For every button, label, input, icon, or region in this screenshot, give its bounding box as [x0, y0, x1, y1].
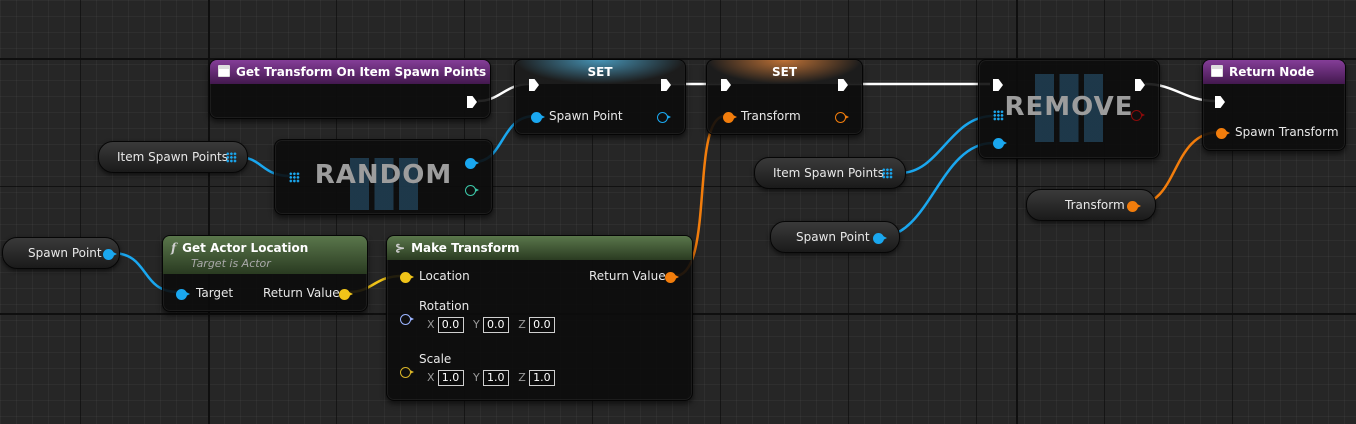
- node-title: SET: [587, 65, 613, 79]
- struct-icon: ⊱: [395, 241, 406, 255]
- item-spawn-points-getter-2[interactable]: Item Spawn Points: [754, 157, 906, 189]
- node-title: Get Actor Location: [182, 241, 309, 255]
- transform-getter[interactable]: Transform: [1026, 189, 1156, 221]
- spawn-point-out-pin[interactable]: [873, 233, 887, 244]
- document-icon: [1211, 65, 1223, 77]
- return-node[interactable]: Return Node Spawn Transform: [1202, 59, 1346, 151]
- axis-label: Z: [518, 318, 526, 331]
- node-title: SET: [771, 65, 798, 79]
- pin-label: Spawn Transform: [1235, 125, 1339, 139]
- document-icon: [218, 65, 230, 77]
- set-spawn-point-node[interactable]: SET Spawn Point: [514, 59, 686, 135]
- rotation-vector: X 0.0 Y 0.0 Z 0.0: [421, 317, 555, 333]
- array-out-pin[interactable]: [226, 152, 237, 163]
- set-transform-node[interactable]: SET Transform: [706, 59, 863, 135]
- item-out-pin[interactable]: [465, 158, 479, 169]
- node-title: Return Node: [1229, 65, 1315, 79]
- node-title: RANDOM: [314, 160, 453, 190]
- rotation-in-pin[interactable]: [400, 314, 414, 325]
- axis-label: Y: [473, 371, 480, 384]
- return-value-out-pin[interactable]: [339, 289, 353, 300]
- variable-label: Transform: [1065, 198, 1125, 212]
- pin-label: Transform: [741, 109, 801, 123]
- spawn-point-getter-right[interactable]: Spawn Point: [770, 221, 900, 253]
- function-icon: f: [171, 241, 177, 255]
- exec-out-pin[interactable]: [1135, 79, 1145, 91]
- node-header: Get Transform On Item Spawn Points: [210, 60, 490, 84]
- target-in-pin[interactable]: [176, 289, 190, 300]
- pin-label: Scale: [419, 352, 452, 366]
- remove-node[interactable]: REMOVE: [978, 59, 1160, 159]
- make-transform-node[interactable]: ⊱ Make Transform Location Return Value Ro…: [386, 235, 693, 401]
- transform-out-pin[interactable]: [835, 112, 849, 123]
- pin-label: Spawn Point: [549, 109, 623, 123]
- pin-label: Rotation: [419, 299, 470, 313]
- scale-y-field[interactable]: 1.0: [482, 370, 509, 386]
- variable-label: Item Spawn Points: [773, 166, 884, 180]
- transform-in-pin[interactable]: [723, 112, 737, 123]
- axis-label: Z: [518, 371, 526, 384]
- pin-label: Return Value: [589, 269, 666, 283]
- item-in-pin[interactable]: [993, 138, 1007, 149]
- spawn-transform-in-pin[interactable]: [1216, 128, 1230, 139]
- rotation-z-field[interactable]: 0.0: [528, 317, 555, 333]
- node-subtitle: Target is Actor: [191, 257, 271, 270]
- exec-in-pin[interactable]: [993, 79, 1003, 91]
- random-node[interactable]: RANDOM: [274, 139, 493, 215]
- scale-in-pin[interactable]: [400, 367, 414, 378]
- scale-z-field[interactable]: 1.0: [528, 370, 555, 386]
- axis-label: X: [427, 318, 435, 331]
- get-actor-location-node[interactable]: f Get Actor Location Target is Actor Targ…: [162, 235, 368, 312]
- spawn-point-out-pin[interactable]: [103, 249, 117, 260]
- spawn-point-getter-left[interactable]: Spawn Point: [2, 237, 120, 269]
- pin-label: Location: [419, 269, 470, 283]
- pin-label: Target: [196, 286, 234, 300]
- exec-out-pin[interactable]: [467, 96, 477, 108]
- location-in-pin[interactable]: [400, 272, 414, 283]
- index-out-pin[interactable]: [465, 185, 479, 196]
- transform-out-pin[interactable]: [1127, 201, 1141, 212]
- return-value-out-pin[interactable]: [665, 272, 679, 283]
- axis-label: Y: [473, 318, 480, 331]
- pin-label: Return Value: [263, 286, 340, 300]
- variable-label: Item Spawn Points: [117, 150, 228, 164]
- variable-label: Spawn Point: [28, 246, 102, 260]
- spawn-point-in-pin[interactable]: [531, 112, 545, 123]
- array-in-pin[interactable]: [993, 110, 1004, 121]
- axis-label: X: [427, 371, 435, 384]
- rotation-x-field[interactable]: 0.0: [437, 317, 464, 333]
- exec-in-pin[interactable]: [1215, 96, 1225, 108]
- node-header: ⊱ Make Transform: [387, 236, 692, 260]
- array-out-pin[interactable]: [882, 168, 893, 179]
- item-spawn-points-getter[interactable]: Item Spawn Points: [98, 141, 248, 173]
- node-header: f Get Actor Location Target is Actor: [163, 236, 367, 274]
- rotation-y-field[interactable]: 0.0: [482, 317, 509, 333]
- scale-x-field[interactable]: 1.0: [437, 370, 464, 386]
- spawn-point-out-pin[interactable]: [657, 112, 671, 123]
- scale-vector: X 1.0 Y 1.0 Z 1.0: [421, 370, 555, 386]
- get-transform-on-item-spawn-points-node[interactable]: Get Transform On Item Spawn Points: [209, 59, 491, 119]
- node-header: Return Node: [1203, 60, 1345, 84]
- node-header: SET: [515, 60, 685, 84]
- array-in-pin[interactable]: [289, 172, 300, 183]
- node-title: Make Transform: [411, 241, 520, 255]
- variable-label: Spawn Point: [796, 230, 870, 244]
- return-out-pin[interactable]: [1131, 110, 1145, 121]
- node-title: Get Transform On Item Spawn Points: [236, 65, 487, 79]
